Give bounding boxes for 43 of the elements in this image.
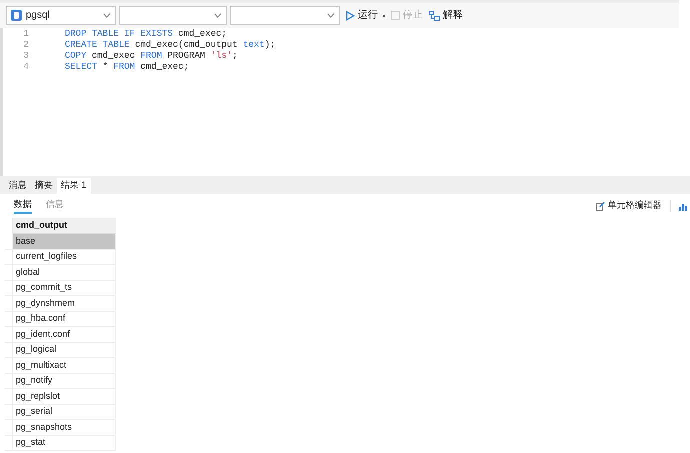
table-cell[interactable]: pg_serial — [13, 404, 116, 420]
table-cell[interactable]: pg_multixact — [13, 358, 116, 374]
view-tab[interactable]: 数据 — [14, 198, 32, 214]
table-cell[interactable]: pg_dynshmem — [13, 296, 116, 312]
explain-button[interactable]: 解释 — [429, 8, 463, 23]
select-field[interactable]: pgsql — [6, 6, 116, 25]
result-tab[interactable]: 消息 — [5, 178, 31, 194]
play-icon — [346, 10, 355, 20]
database-icon — [11, 10, 22, 21]
code-line: CREATE TABLE cmd_exec(cmd_output text); — [65, 40, 276, 51]
explain-icon — [429, 10, 440, 20]
cell-editor-button[interactable]: 单元格编辑器 — [596, 199, 662, 213]
stop-icon — [391, 11, 400, 20]
table-cell[interactable]: pg_commit_ts — [13, 280, 116, 296]
table-cell[interactable]: pg_notify — [13, 374, 116, 389]
table-cell[interactable]: pg_snapshots — [13, 420, 116, 436]
column-header[interactable]: cmd_output — [13, 218, 116, 234]
table-cell[interactable]: base — [13, 234, 116, 250]
table-cell[interactable]: pg_hba.conf — [13, 312, 116, 327]
line-number: 4 — [24, 62, 29, 73]
code-line: DROP TABLE IF EXISTS cmd_exec; — [65, 29, 228, 40]
line-number: 3 — [24, 51, 29, 62]
result-tab[interactable]: 结果 1 — [57, 178, 91, 194]
dropdown-icon — [327, 12, 335, 18]
line-number: 2 — [24, 40, 29, 51]
dropdown-icon — [103, 12, 111, 18]
table-cell[interactable]: current_logfiles — [13, 250, 116, 265]
code-line: COPY cmd_exec FROM PROGRAM 'ls'; — [65, 51, 239, 62]
dropdown-icon — [214, 12, 222, 18]
select-value: pgsql — [26, 9, 50, 23]
run-button[interactable]: 运行 — [346, 8, 385, 23]
table-cell[interactable]: pg_ident.conf — [13, 327, 116, 342]
table-cell[interactable]: pg_logical — [13, 342, 116, 358]
result-tab[interactable]: 摘要 — [31, 178, 57, 194]
edit-icon — [596, 202, 605, 210]
table-cell[interactable]: global — [13, 265, 116, 280]
code-line: SELECT * FROM cmd_exec; — [65, 62, 190, 73]
table-cell[interactable]: pg_stat — [13, 436, 116, 451]
select-field[interactable] — [119, 6, 227, 25]
line-number: 1 — [24, 29, 29, 40]
select-field[interactable] — [230, 6, 340, 25]
chart-icon[interactable] — [679, 202, 688, 210]
table-cell[interactable]: pg_replslot — [13, 389, 116, 404]
